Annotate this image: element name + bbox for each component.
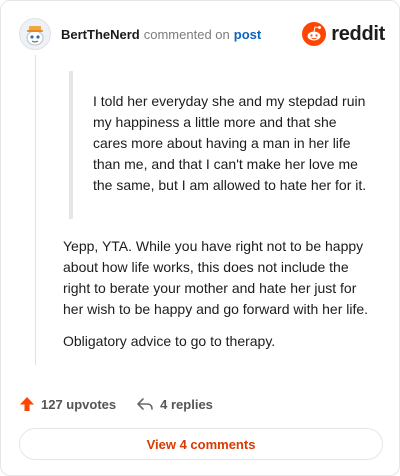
quoted-text: I told her everyday she and my stepdad r… [69, 71, 371, 219]
upvote-count: 127 upvotes [41, 396, 117, 412]
comment-meta: BertTheNerd commented on post [61, 27, 261, 42]
upvote-button[interactable]: 127 upvotes [19, 396, 116, 412]
comment-paragraph: Obligatory advice to go to therapy. [63, 333, 276, 349]
reddit-logo-icon [302, 22, 327, 46]
brand-wordmark: reddit [331, 22, 385, 45]
action-text: commented on [143, 26, 230, 42]
username-link[interactable]: BertTheNerd [61, 27, 140, 42]
comment-footer: 127 upvotes 4 replies [19, 393, 385, 415]
upvote-arrow-icon [20, 397, 34, 411]
replies-count: 4 replies [160, 396, 213, 412]
reply-arrow-icon [137, 398, 153, 410]
post-link[interactable]: post [234, 27, 261, 42]
thread-line [35, 55, 36, 365]
snoo-avatar-icon [26, 26, 44, 46]
comment-card: BertTheNerd commented on post reddit I t… [0, 0, 400, 476]
replies-button[interactable]: 4 replies [136, 396, 213, 412]
comment-paragraph: Yepp, YTA. While you have right not to b… [63, 238, 369, 317]
reddit-brand[interactable]: reddit [302, 22, 385, 46]
view-comments-button[interactable]: View 4 comments [19, 428, 383, 460]
comment-header: BertTheNerd commented on post reddit [19, 15, 385, 53]
user-avatar[interactable] [19, 18, 51, 50]
